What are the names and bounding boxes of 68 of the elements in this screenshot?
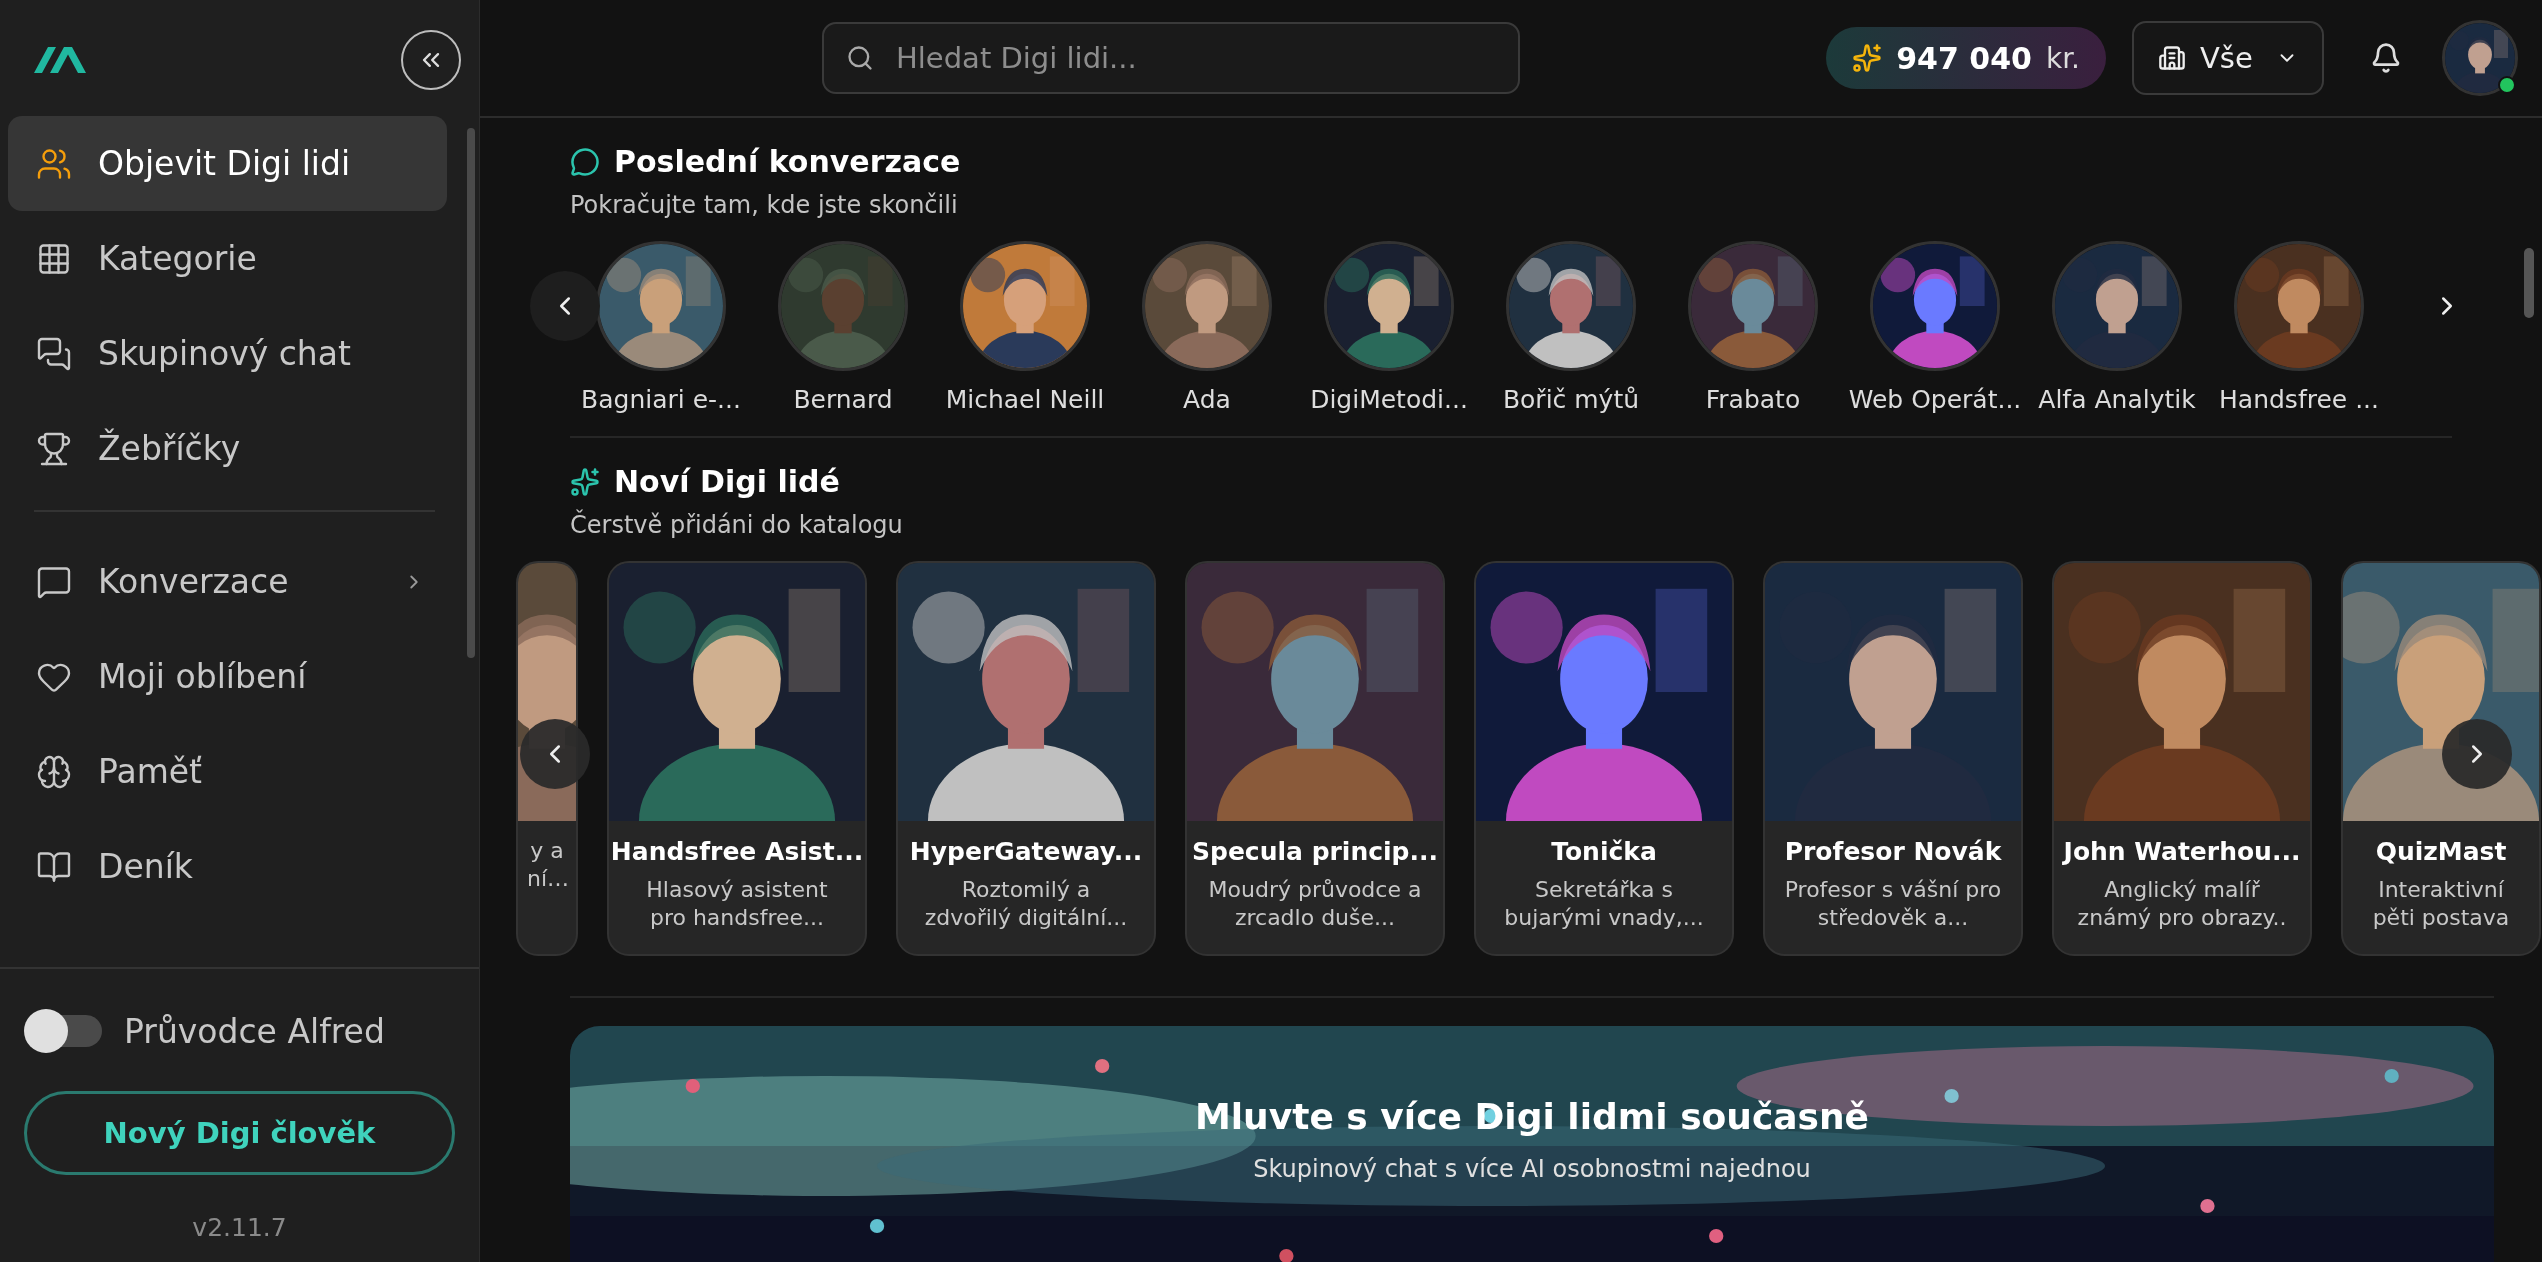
- person-card[interactable]: Handsfree Asist... Hlasový asistent pro handsfree...: [607, 561, 867, 956]
- bell-icon: [2370, 42, 2402, 74]
- card-description: Roztomilý a zdvořilý digitální...: [923, 876, 1129, 932]
- group-chat-banner[interactable]: Mluvte s více Digi lidmi současně Skupinový chat s více AI osobnostmi najednou: [570, 1026, 2494, 1262]
- sparkles-icon: [570, 466, 600, 497]
- recent-person[interactable]: Handsfree ...: [2208, 241, 2390, 414]
- person-card[interactable]: Profesor Novák Profesor s vášní pro středověk a...: [1763, 561, 2023, 956]
- online-status-icon: [2498, 76, 2516, 94]
- card-title: Handsfree Asist...: [610, 837, 864, 866]
- nav-item[interactable]: Konverzace: [8, 534, 447, 629]
- toggle-switch[interactable]: [24, 1009, 102, 1053]
- search-icon: [846, 44, 874, 72]
- nav-item[interactable]: Paměť: [8, 724, 447, 819]
- card-description: Profesor s vášní pro středověk a...: [1783, 876, 2003, 932]
- nav-item[interactable]: Kategorie: [8, 211, 447, 306]
- card-description: Hlasový asistent pro handsfree...: [645, 876, 829, 932]
- nav-item[interactable]: Moji oblíbení: [8, 629, 447, 724]
- recent-person[interactable]: Web Operát...: [1844, 241, 2026, 414]
- recent-person[interactable]: DigiMetodi...: [1298, 241, 1480, 414]
- sparkles-icon: [1852, 43, 1883, 73]
- recent-person[interactable]: Frabato: [1662, 241, 1844, 414]
- credits-badge: 947 040 kr.: [1826, 27, 2106, 89]
- nav-item[interactable]: Žebříčky: [8, 401, 447, 496]
- building-icon: [2158, 44, 2186, 72]
- section-subtitle: Pokračujte tam, kde jste skončili: [570, 191, 959, 219]
- nav-item[interactable]: Objevit Digi lidi: [8, 116, 447, 211]
- person-card[interactable]: Specula princip... Moudrý průvodce a zrcadlo duše...: [1185, 561, 1445, 956]
- card-title: Tonička: [1551, 837, 1657, 866]
- recent-person[interactable]: Alfa Analytik: [2026, 241, 2208, 414]
- recent-person[interactable]: Bagniari e-...: [570, 241, 752, 414]
- recent-person[interactable]: Michael Neill: [934, 241, 1116, 414]
- person-card[interactable]: HyperGateway... Roztomilý a zdvořilý digitální...: [896, 561, 1156, 956]
- toggle-label: Průvodce Alfred: [124, 1011, 385, 1051]
- card-description: Anglický malíř známý pro obrazy..: [2076, 876, 2288, 932]
- search-field[interactable]: Hledat Digi lidi...: [822, 22, 1520, 94]
- card-title: QuizMast: [2375, 837, 2507, 866]
- person-card[interactable]: John Waterhou... Anglický malíř známý pro obrazy..: [2052, 561, 2312, 956]
- section-title: Poslední konverzace: [614, 144, 961, 179]
- person-card[interactable]: QuizMast Interaktivní pěti postava: [2341, 561, 2541, 956]
- logo-icon: [34, 47, 86, 73]
- banner-title: Mluvte s více Digi lidmi současně: [1194, 1096, 1870, 1137]
- recent-person[interactable]: Bořič mýtů: [1480, 241, 1662, 414]
- card-description: Moudrý průvodce a zrcadlo duše...: [1207, 876, 1423, 932]
- banner-subtitle: Skupinový chat s více AI osobnostmi najednou: [1253, 1155, 1811, 1183]
- recent-person[interactable]: Ada: [1116, 241, 1298, 414]
- brain-icon: [36, 753, 72, 790]
- scrollbar-thumb[interactable]: [467, 128, 475, 658]
- trophy-icon: [36, 430, 72, 467]
- chat-bubble-icon: [570, 146, 600, 177]
- collapse-button[interactable]: [401, 30, 461, 90]
- filter-dropdown[interactable]: Vše: [2132, 21, 2324, 95]
- chat-bubbles-icon: [36, 335, 72, 372]
- card-title: John Waterhou...: [2063, 837, 2301, 866]
- recent-person[interactable]: Bernard: [752, 241, 934, 414]
- version-label: v2.11.7: [192, 1213, 287, 1242]
- card-description: Sekretářka s bujarými vnady,...: [1503, 876, 1705, 932]
- card-title: Specula princip...: [1192, 837, 1438, 866]
- scrollbar-thumb[interactable]: [2524, 248, 2534, 318]
- card-title: Profesor Novák: [1784, 837, 2002, 866]
- card-description: y a ní…: [527, 837, 567, 893]
- card-description: Interaktivní pěti postava: [2371, 876, 2511, 932]
- section-subtitle: Čerstvě přidáni do katalogu: [570, 511, 904, 539]
- nav-item[interactable]: Deník: [8, 819, 447, 914]
- new-digi-button[interactable]: Nový Digi člověk: [24, 1091, 455, 1175]
- nav-item[interactable]: Skupinový chat: [8, 306, 447, 401]
- card-title: HyperGateway...: [909, 837, 1143, 866]
- section-title: Noví Digi lidé: [614, 464, 840, 499]
- person-card[interactable]: Tonička Sekretářka s bujarými vnady,...: [1474, 561, 1734, 956]
